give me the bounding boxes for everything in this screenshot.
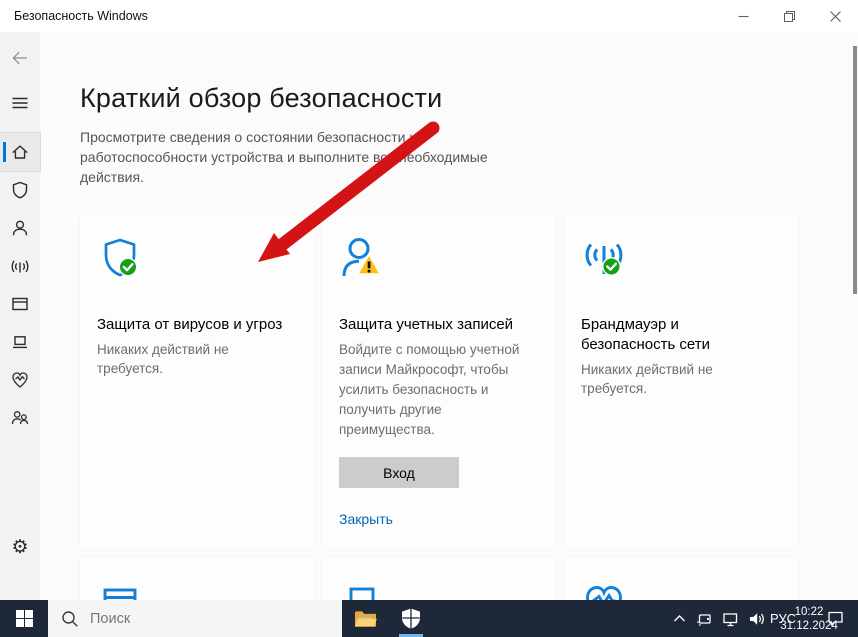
shield-with-check-icon — [97, 235, 297, 285]
heart-pulse-icon — [10, 370, 30, 390]
card-title: Защита учетных записей — [339, 315, 539, 335]
start-button[interactable] — [0, 600, 48, 637]
shield-icon — [10, 180, 30, 200]
hamburger-icon — [10, 93, 30, 113]
home-icon — [10, 142, 30, 162]
sidebar: ⚙ — [0, 32, 40, 600]
minimize-icon — [738, 11, 749, 22]
meet-now-icon — [696, 610, 714, 628]
person-icon — [10, 218, 30, 238]
card-app-browser-control[interactable] — [80, 557, 314, 600]
scrollbar-thumb[interactable] — [853, 46, 857, 294]
card-title: Защита от вирусов и угроз — [97, 315, 297, 335]
main-content: Краткий обзор безопасности Просмотрите с… — [40, 32, 858, 600]
page-title: Краткий обзор безопасности — [80, 83, 858, 114]
tray-network-button[interactable] — [718, 600, 744, 637]
back-arrow-icon — [10, 48, 30, 68]
sidebar-item-home[interactable] — [0, 133, 40, 171]
file-explorer-button[interactable] — [342, 600, 388, 637]
windows-logo-icon — [15, 609, 34, 628]
taskbar: РУС 10:22 31.12.2024 — [0, 600, 858, 637]
action-center-icon — [826, 609, 845, 628]
sidebar-nav — [0, 133, 40, 437]
defender-shield-icon — [400, 607, 422, 630]
sidebar-item-account-protection[interactable] — [0, 209, 40, 247]
sidebar-item-family-options[interactable] — [0, 399, 40, 437]
app-browser-with-warning-icon — [97, 581, 297, 600]
window-title: Безопасность Windows — [14, 9, 148, 23]
card-virus-threat-protection[interactable]: Защита от вирусов и угроз Никаких действ… — [80, 215, 314, 549]
tray-volume-button[interactable] — [744, 600, 770, 637]
sidebar-item-app-browser-control[interactable] — [0, 285, 40, 323]
gear-icon: ⚙ — [11, 536, 28, 559]
back-button[interactable] — [0, 40, 40, 76]
search-input[interactable] — [90, 611, 290, 627]
settings-button[interactable]: ⚙ — [0, 528, 40, 566]
app-body: ⚙ Краткий обзор безопасности Просмотрите… — [0, 32, 858, 600]
sidebar-item-firewall-network[interactable] — [0, 247, 40, 285]
minimize-button[interactable] — [720, 0, 766, 32]
network-icon — [722, 610, 740, 628]
signal-icon — [10, 256, 30, 276]
card-body: Войдите с помощью учетной записи Майкрос… — [339, 340, 524, 440]
sign-in-button[interactable]: Вход — [339, 457, 459, 488]
vertical-scrollbar[interactable] — [852, 32, 858, 600]
user-with-warning-icon — [339, 235, 539, 285]
window-controls — [720, 0, 858, 32]
titlebar: Безопасность Windows — [0, 0, 858, 32]
close-button[interactable] — [812, 0, 858, 32]
card-account-protection[interactable]: Защита учетных записей Войдите с помощью… — [322, 215, 556, 549]
page-description: Просмотрите сведения о состоянии безопас… — [80, 127, 505, 187]
device-with-check-icon — [339, 581, 539, 600]
sidebar-item-virus-protection[interactable] — [0, 171, 40, 209]
close-icon — [830, 11, 841, 22]
security-cards-row: Защита от вирусов и угроз Никаких действ… — [80, 215, 858, 549]
speaker-icon — [748, 610, 766, 628]
card-title: Брандмауэр и безопасность сети — [581, 315, 746, 355]
menu-button[interactable] — [0, 88, 40, 118]
windows-security-taskbar-button[interactable] — [388, 600, 434, 637]
dismiss-link[interactable]: Закрыть — [339, 511, 393, 527]
tray-overflow-button[interactable] — [666, 600, 692, 637]
restore-button[interactable] — [766, 0, 812, 32]
app-window-icon — [10, 294, 30, 314]
windows-security-window: Безопасность Windows — [0, 0, 858, 637]
folder-icon — [354, 610, 377, 628]
chevron-up-icon — [671, 610, 688, 627]
clock-time: 10:22 — [795, 605, 824, 619]
card-status: Никаких действий не требуется. — [97, 340, 297, 378]
restore-icon — [784, 11, 795, 22]
card-firewall-network[interactable]: Брандмауэр и безопасность сети Никаких д… — [564, 215, 798, 549]
network-with-check-icon — [581, 235, 781, 285]
sidebar-item-device-health[interactable] — [0, 361, 40, 399]
taskbar-clock[interactable]: 10:22 31.12.2024 — [796, 600, 822, 637]
security-cards-row-2 — [80, 557, 858, 600]
family-icon — [10, 408, 30, 428]
search-icon — [61, 610, 79, 628]
card-device-health[interactable] — [564, 557, 798, 600]
taskbar-search[interactable] — [48, 600, 342, 637]
system-tray: РУС 10:22 31.12.2024 — [666, 600, 858, 637]
sidebar-item-device-security[interactable] — [0, 323, 40, 361]
device-health-heart-icon — [581, 581, 781, 600]
card-device-security[interactable] — [322, 557, 556, 600]
action-center-button[interactable] — [822, 600, 848, 637]
laptop-icon — [10, 332, 30, 352]
card-status: Никаких действий не требуется. — [581, 360, 781, 398]
tray-meet-now-button[interactable] — [692, 600, 718, 637]
